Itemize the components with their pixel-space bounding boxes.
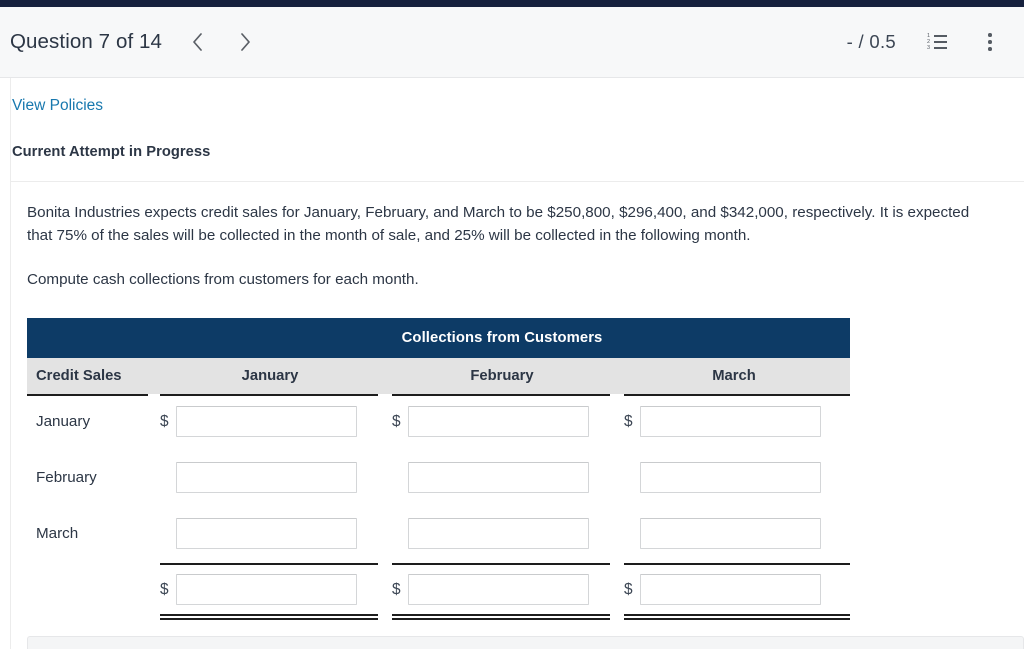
column-header-february: February — [386, 357, 618, 394]
page-title: Question 7 of 14 — [10, 30, 163, 53]
cell-total-february: $ — [386, 562, 618, 618]
total-rule-top-january — [160, 562, 378, 565]
page-body: View Policies Current Attempt in Progres… — [0, 78, 1024, 649]
input-january-march[interactable] — [640, 406, 821, 438]
header-right-group: - / 0.5 1 2 3 — [847, 30, 1002, 54]
input-total-january[interactable] — [176, 574, 357, 606]
column-header-credit-sales: Credit Sales — [27, 357, 154, 394]
input-march-march[interactable] — [640, 518, 821, 550]
left-divider — [10, 78, 11, 649]
attempt-status-title: Current Attempt in Progress — [12, 144, 211, 160]
underline-march — [624, 393, 850, 396]
table-row: January $ $ $ — [27, 394, 850, 450]
dollar-sign: $ — [624, 580, 633, 598]
total-rule-bottom-february-b — [392, 617, 610, 620]
more-options-button[interactable] — [978, 30, 1002, 54]
chevron-right-icon — [240, 33, 250, 51]
collections-table: Collections from Customers Credit Sales … — [27, 317, 851, 618]
question-paragraph-2: Compute cash collections from customers … — [27, 271, 419, 289]
table-total-row: $ $ $ — [27, 562, 850, 618]
top-accent-bar — [0, 0, 1024, 7]
total-rule-bottom-march-a — [624, 613, 850, 616]
cell-march-march: $ — [618, 506, 850, 562]
column-header-january: January — [154, 357, 386, 394]
input-march-february[interactable] — [408, 518, 589, 550]
table-row: March $ $ — [27, 506, 850, 562]
total-rule-bottom-february-a — [392, 613, 610, 616]
dollar-sign: $ — [624, 412, 633, 430]
question-content: View Policies Current Attempt in Progres… — [10, 78, 1024, 620]
question-navigation — [188, 31, 254, 53]
input-february-january[interactable] — [176, 462, 357, 494]
row-label-total — [27, 562, 154, 618]
question-list-button[interactable]: 1 2 3 — [925, 30, 949, 54]
column-header-march: March — [618, 357, 851, 394]
cell-february-january: $ — [154, 450, 386, 506]
underline-january — [160, 393, 378, 396]
view-policies-link[interactable]: View Policies — [10, 78, 103, 115]
input-january-february[interactable] — [408, 406, 589, 438]
cell-total-march: $ — [618, 562, 850, 618]
input-march-january[interactable] — [176, 518, 357, 550]
score-display: - / 0.5 — [846, 31, 896, 52]
table-banner-title: Collections from Customers — [154, 317, 851, 358]
numbered-list-icon: 1 2 3 — [927, 33, 947, 51]
cell-march-february: $ — [386, 506, 618, 562]
input-january-january[interactable] — [176, 406, 357, 438]
underline-credit-sales — [27, 393, 148, 396]
input-february-february[interactable] — [408, 462, 589, 494]
dollar-sign: $ — [392, 412, 401, 430]
dollar-sign: $ — [160, 580, 169, 598]
kebab-menu-icon — [988, 33, 992, 51]
previous-question-button[interactable] — [188, 31, 206, 53]
dollar-sign: $ — [160, 412, 169, 430]
row-label-march: March — [36, 525, 79, 543]
chevron-left-icon — [192, 33, 202, 51]
question-header-bar: Question 7 of 14 - / 0.5 1 2 3 — [0, 7, 1024, 78]
banner-spacer-cell — [27, 317, 154, 358]
question-paragraph-1: Bonita Industries expects credit sales f… — [27, 204, 970, 244]
input-february-march[interactable] — [640, 462, 821, 494]
row-label-february: February — [36, 469, 97, 487]
input-total-march[interactable] — [640, 574, 821, 606]
list-number-3: 3 — [927, 44, 931, 51]
bottom-panel — [27, 636, 1024, 649]
cell-february-february: $ — [386, 450, 618, 506]
collections-table-wrapper: Collections from Customers Credit Sales … — [27, 317, 851, 620]
total-rule-bottom-january-a — [160, 613, 378, 616]
cell-march-january: $ — [154, 506, 386, 562]
dollar-sign: $ — [392, 580, 401, 598]
input-total-february[interactable] — [408, 574, 589, 606]
underline-february — [392, 393, 610, 396]
total-rule-bottom-march-b — [624, 617, 850, 620]
total-rule-top-february — [392, 562, 610, 565]
table-column-header-row: Credit Sales January February March — [27, 357, 851, 394]
row-label-january: January — [36, 413, 91, 431]
cell-total-january: $ — [154, 562, 386, 618]
cell-january-march: $ — [618, 394, 850, 450]
cell-january-january: $ — [154, 394, 386, 450]
total-rule-top-march — [624, 562, 850, 565]
cell-february-march: $ — [618, 450, 850, 506]
cell-january-february: $ — [386, 394, 618, 450]
next-question-button[interactable] — [236, 31, 254, 53]
table-row: February $ $ — [27, 450, 850, 506]
total-rule-bottom-january-b — [160, 617, 378, 620]
table-banner-row: Collections from Customers — [27, 317, 851, 358]
column-header-underlines — [27, 393, 850, 396]
question-text: Bonita Industries expects credit sales f… — [10, 182, 980, 292]
